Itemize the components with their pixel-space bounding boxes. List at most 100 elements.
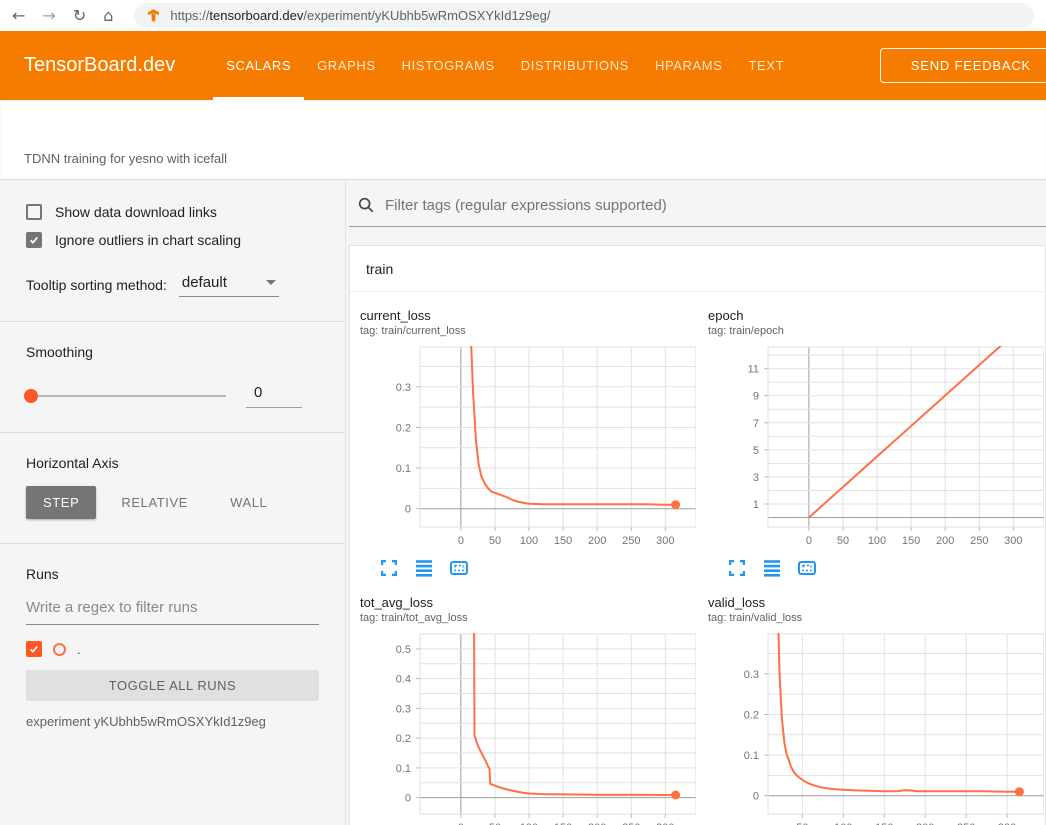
- show-download-links-checkbox[interactable]: [26, 204, 42, 220]
- tab-distributions[interactable]: DISTRIBUTIONS: [508, 31, 642, 100]
- tab-histograms[interactable]: HISTOGRAMS: [389, 31, 508, 100]
- chart-title: valid_loss: [708, 595, 1046, 610]
- horizontal-axis-buttons: STEP RELATIVE WALL: [26, 486, 319, 519]
- tab-text[interactable]: TEXT: [736, 31, 798, 100]
- chart-actions: [726, 557, 1046, 579]
- tooltip-sorting-select[interactable]: default: [179, 274, 279, 297]
- svg-text:0.2: 0.2: [396, 423, 411, 435]
- tab-hparams[interactable]: HPARAMS: [642, 31, 736, 100]
- ignore-outliers-row: Ignore outliers in chart scaling: [26, 232, 319, 248]
- svg-text:250: 250: [970, 535, 988, 547]
- chart-tag: tag: train/tot_avg_loss: [360, 612, 708, 624]
- smoothing-slider[interactable]: [26, 395, 226, 397]
- expand-chart-icon[interactable]: [378, 557, 400, 579]
- filter-tags-input[interactable]: Filter tags (regular expressions support…: [385, 197, 667, 214]
- smoothing-slider-row: 0: [26, 384, 319, 408]
- url-text: https://tensorboard.dev/experiment/yKUbh…: [170, 8, 550, 23]
- chart-tot-avg-loss: tot_avg_loss tag: train/tot_avg_loss 050…: [360, 595, 708, 825]
- screen: ← → ↻ ⌂ https://tensorboard.dev/experime…: [0, 0, 1046, 825]
- train-section-card: train current_loss tag: train/current_lo…: [349, 245, 1046, 825]
- svg-text:7: 7: [753, 418, 759, 430]
- chart-tag: tag: train/epoch: [708, 325, 1046, 337]
- axis-step-button[interactable]: STEP: [26, 486, 96, 519]
- svg-text:100: 100: [520, 535, 538, 547]
- experiment-id-label: experiment yKUbhb5wRmOSXYkId1z9eg: [26, 714, 319, 729]
- expand-chart-icon[interactable]: [726, 557, 748, 579]
- svg-text:0.3: 0.3: [396, 703, 411, 715]
- svg-text:0: 0: [753, 791, 759, 803]
- ignore-outliers-label: Ignore outliers in chart scaling: [55, 232, 241, 248]
- run-checkbox[interactable]: [26, 641, 42, 657]
- svg-text:1: 1: [753, 499, 759, 511]
- run-list-item: .: [26, 641, 319, 657]
- tooltip-sorting-row: Tooltip sorting method: default: [26, 274, 319, 297]
- svg-text:0: 0: [458, 535, 464, 547]
- chart-title: epoch: [708, 308, 1046, 323]
- smoothing-slider-thumb[interactable]: [24, 389, 38, 403]
- run-color-swatch: [53, 643, 66, 656]
- tooltip-sorting-label: Tooltip sorting method:: [26, 277, 167, 297]
- browser-toolbar: ← → ↻ ⌂ https://tensorboard.dev/experime…: [0, 0, 1046, 31]
- address-bar[interactable]: https://tensorboard.dev/experiment/yKUbh…: [134, 3, 1034, 28]
- svg-text:9: 9: [753, 391, 759, 403]
- search-icon: [357, 196, 375, 214]
- home-icon[interactable]: ⌂: [103, 8, 113, 24]
- svg-text:0: 0: [806, 535, 812, 547]
- tab-scalars[interactable]: SCALARS: [213, 31, 304, 100]
- show-download-links-row: Show data download links: [26, 204, 319, 220]
- forward-icon[interactable]: →: [42, 8, 55, 24]
- horizontal-axis-label: Horizontal Axis: [26, 455, 319, 471]
- svg-text:0.1: 0.1: [396, 763, 411, 775]
- svg-text:3: 3: [753, 472, 759, 484]
- fit-domain-icon[interactable]: [448, 557, 470, 579]
- line-chart[interactable]: 0501001502002503001357911: [708, 343, 1044, 553]
- fit-domain-icon[interactable]: [796, 557, 818, 579]
- chart-tag: tag: train/valid_loss: [708, 612, 1046, 624]
- chart-tag: tag: train/current_loss: [360, 325, 708, 337]
- smoothing-value[interactable]: 0: [246, 384, 302, 408]
- check-icon: [28, 643, 40, 655]
- runs-section: Runs Write a regex to filter runs . TOGG…: [0, 544, 345, 753]
- dashboard-main: Filter tags (regular expressions support…: [345, 180, 1046, 825]
- svg-text:0: 0: [405, 793, 411, 805]
- experiment-title: TDNN training for yesno with icefall: [24, 151, 227, 166]
- svg-text:0.4: 0.4: [396, 674, 411, 686]
- line-chart[interactable]: 05010015020025030000.10.20.3: [360, 343, 696, 553]
- content: Show data download links Ignore outliers…: [0, 180, 1046, 825]
- horizontal-lines-icon[interactable]: [413, 557, 435, 579]
- settings-sidebar: Show data download links Ignore outliers…: [0, 180, 345, 825]
- tab-graphs[interactable]: GRAPHS: [304, 31, 389, 100]
- svg-text:250: 250: [622, 535, 640, 547]
- line-chart[interactable]: 5010015020025030000.10.20.3: [708, 630, 1044, 825]
- axis-relative-button[interactable]: RELATIVE: [104, 486, 205, 519]
- filter-tags-row: Filter tags (regular expressions support…: [349, 180, 1046, 227]
- app-header: TensorBoard.dev SCALARS GRAPHS HISTOGRAM…: [0, 31, 1046, 100]
- svg-text:0.2: 0.2: [744, 710, 759, 722]
- tensorboard-logo: TensorBoard.dev: [24, 54, 175, 77]
- experiment-title-bar: TDNN training for yesno with icefall: [0, 100, 1046, 180]
- horizontal-lines-icon[interactable]: [761, 557, 783, 579]
- toggle-all-runs-button[interactable]: TOGGLE ALL RUNS: [26, 670, 319, 701]
- ignore-outliers-checkbox[interactable]: [26, 232, 42, 248]
- top-nav: SCALARS GRAPHS HISTOGRAMS DISTRIBUTIONS …: [213, 31, 797, 100]
- send-feedback-button[interactable]: SEND FEEDBACK: [880, 48, 1046, 83]
- runs-regex-input[interactable]: Write a regex to filter runs: [26, 599, 319, 625]
- svg-text:11: 11: [748, 364, 759, 376]
- reload-icon[interactable]: ↻: [73, 8, 86, 24]
- svg-text:0.3: 0.3: [396, 382, 411, 394]
- section-header-train[interactable]: train: [350, 246, 1045, 292]
- svg-text:0.2: 0.2: [396, 733, 411, 745]
- run-name: .: [77, 642, 81, 657]
- svg-text:100: 100: [868, 535, 886, 547]
- line-chart[interactable]: 05010015020025030000.10.20.30.40.5: [360, 630, 696, 825]
- axis-wall-button[interactable]: WALL: [213, 486, 284, 519]
- svg-text:0.1: 0.1: [744, 750, 759, 762]
- svg-text:200: 200: [588, 535, 606, 547]
- back-icon[interactable]: ←: [12, 8, 25, 24]
- horizontal-axis-section: Horizontal Axis STEP RELATIVE WALL: [0, 433, 345, 543]
- runs-label: Runs: [26, 566, 319, 582]
- svg-text:300: 300: [1004, 535, 1022, 547]
- tooltip-sorting-value: default: [182, 274, 227, 291]
- svg-text:0.5: 0.5: [396, 644, 411, 656]
- chart-epoch: epoch tag: train/epoch 05010015020025030…: [708, 308, 1046, 595]
